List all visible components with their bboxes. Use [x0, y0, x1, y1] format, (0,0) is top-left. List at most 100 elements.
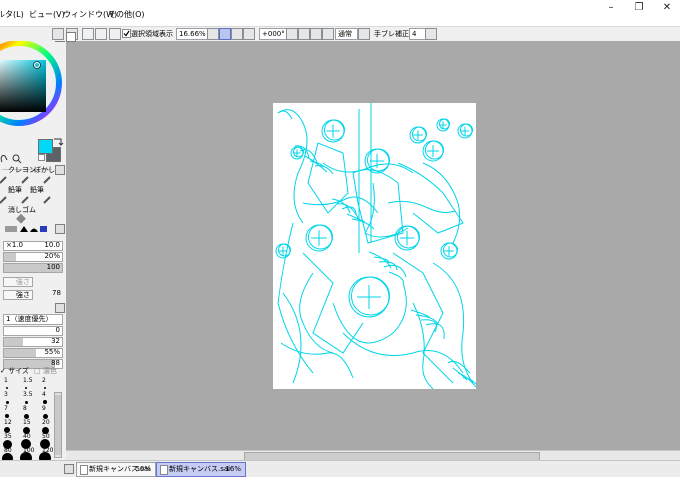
color-wheel[interactable]	[0, 41, 66, 141]
rotate-right-button[interactable]	[298, 28, 310, 40]
blend-slider[interactable]: 32	[3, 337, 63, 347]
zoom-out-button[interactable]	[207, 28, 219, 40]
brush-size-grid[interactable]: 1 1.5 2 3 3.5 4 7 8 9 12 15 20 35 40 50 80 100 120	[0, 375, 53, 460]
brush-texture-strength: 強さ	[16, 291, 30, 299]
size-grid-scroll-thumb[interactable]	[55, 395, 61, 455]
tool-panel: クレヨン ぼかし 鉛筆 鉛筆 消しゴム ×1.0 10.0 20% 100 強さ	[0, 41, 67, 460]
document-tab-2[interactable]: 新規キャンバス.sai 16%	[156, 462, 246, 477]
document-icon	[160, 465, 168, 475]
brush-size-preset[interactable]	[23, 413, 29, 419]
min-size-slider[interactable]: 20%	[3, 252, 63, 262]
brush-size-preset[interactable]	[6, 387, 8, 389]
min-size-value: 20%	[44, 252, 60, 260]
brush-size-preset[interactable]	[20, 452, 32, 460]
zoom-field[interactable]: 16.66%	[176, 28, 209, 40]
sketch-stroke	[387, 200, 456, 213]
brush-shape-button[interactable]	[55, 224, 65, 234]
density-slider[interactable]: 100	[3, 263, 63, 273]
size-grid-scrollbar[interactable]	[54, 392, 62, 458]
hand-tool-icon[interactable]	[0, 152, 28, 164]
sketch-stroke	[277, 110, 293, 120]
sketch-stroke	[302, 196, 379, 214]
document-tab-name: 新規キャンバス.sai	[169, 465, 231, 473]
toolbar: 選択領域表示 16.66% +000° 通常 手ブレ補正 4	[0, 27, 680, 41]
sketch-stroke	[278, 243, 291, 257]
dilution-slider[interactable]: 55%	[3, 348, 63, 358]
brush-size-preset[interactable]	[43, 400, 47, 404]
brush-texture-select[interactable]: 強さ	[3, 290, 33, 300]
brush-size-label: 1.5	[23, 377, 33, 384]
brush-size-preset[interactable]	[39, 452, 51, 460]
paper-texture-select[interactable]: 強さ	[3, 277, 33, 287]
edge-hardness-value: 0	[55, 326, 60, 334]
brush-size-multiplier: ×1.0	[6, 241, 23, 249]
brush-size-label: 12	[4, 419, 12, 426]
sketch-stroke	[412, 126, 427, 142]
canvas-paper[interactable]	[273, 103, 476, 389]
brush-options-button[interactable]	[55, 303, 65, 313]
sketch-stroke	[443, 242, 458, 258]
brush-size-slider[interactable]: ×1.0 10.0	[3, 241, 63, 251]
color-checkbox-label: 濃色	[42, 367, 57, 375]
rotation-field[interactable]: +000°	[259, 28, 287, 40]
sketch-stroke	[280, 342, 354, 379]
zoom-fit-button[interactable]	[219, 28, 231, 40]
blend-options-button[interactable]	[358, 28, 370, 40]
brush-size-preset[interactable]	[24, 400, 28, 404]
sketch-stroke	[397, 162, 464, 234]
brush-size-label: 1	[4, 377, 8, 384]
edge-hardness-slider[interactable]: 0	[3, 326, 63, 336]
brush-shape-icons	[5, 226, 47, 232]
blend-mode-select[interactable]: 通常	[335, 28, 358, 40]
transparent-swatch[interactable]	[38, 154, 45, 161]
brush-size-label: 3.5	[23, 391, 33, 398]
brush-size-preset[interactable]	[25, 387, 27, 389]
canvas-view-toggle[interactable]	[66, 32, 76, 42]
brush-size-label: 35	[4, 433, 12, 440]
sketch-stroke	[397, 225, 420, 249]
document-tab-1[interactable]: 新規キャンバス.sai 50%	[76, 462, 156, 477]
quality-value: 1（速度優先）	[6, 315, 53, 323]
flip-button[interactable]	[322, 28, 334, 40]
zoom-in-button[interactable]	[231, 28, 243, 40]
stabilizer-options-button[interactable]	[425, 28, 437, 40]
swap-colors-icon[interactable]	[52, 137, 64, 147]
brush-size-label: 7	[4, 405, 8, 412]
rotate-reset-button[interactable]	[310, 28, 322, 40]
marker-icon	[43, 196, 51, 204]
selection-checkbox[interactable]	[122, 29, 131, 38]
menu-view[interactable]: ビュー(V)	[29, 9, 65, 20]
primary-color-swatch[interactable]	[38, 139, 53, 154]
minimize-button[interactable]: –	[598, 2, 624, 16]
brush-icon	[0, 176, 7, 184]
brush-size-preset[interactable]	[1, 452, 13, 460]
quality-select[interactable]: 1（速度優先）	[3, 314, 63, 325]
menu-other[interactable]: その他(O)	[108, 9, 145, 20]
sketch-stroke	[439, 118, 450, 130]
blend-value: 32	[51, 337, 60, 345]
sketch-stroke	[460, 123, 473, 137]
clear-button[interactable]	[109, 28, 121, 40]
tab-bar-menu-button[interactable]	[64, 464, 74, 474]
sketch-stroke	[422, 162, 461, 244]
brush-size-label: 4	[42, 391, 46, 398]
document-tab-zoom: 50%	[135, 465, 151, 473]
document-tab-bar: 新規キャンバス.sai 50% 新規キャンバス.sai 16%	[0, 460, 680, 477]
undo-button[interactable]	[52, 28, 64, 40]
brush-size-preset[interactable]	[5, 400, 9, 404]
menu-filter[interactable]: ルタ(L)	[0, 9, 24, 20]
close-button[interactable]: ✕	[654, 2, 680, 16]
brush-size-preset[interactable]	[5, 414, 9, 418]
brush-size-preset[interactable]	[44, 387, 46, 389]
sketch-drawing	[275, 103, 476, 389]
brush-size-preset[interactable]	[42, 413, 48, 419]
restore-button[interactable]: ❐	[626, 2, 652, 16]
pencil-2-icon	[21, 196, 29, 204]
paper-texture-strength: 強さ	[16, 278, 30, 286]
deselect-button[interactable]	[82, 28, 94, 40]
brush-shape-selector[interactable]	[0, 223, 52, 233]
rotate-left-button[interactable]	[286, 28, 298, 40]
invert-selection-button[interactable]	[95, 28, 107, 40]
sketch-stroke	[383, 264, 407, 278]
zoom-reset-button[interactable]	[243, 28, 255, 40]
